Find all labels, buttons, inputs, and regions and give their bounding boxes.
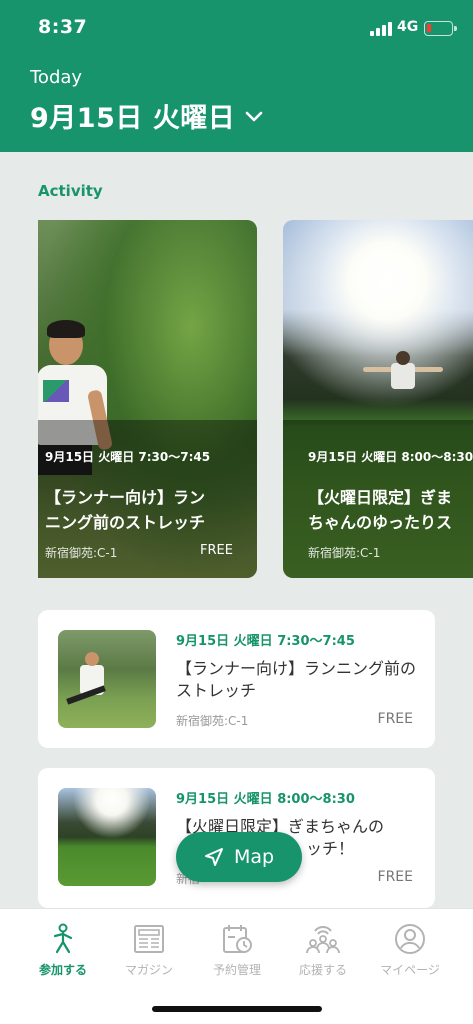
card-title-line: 【ランナー向け】ラン: [45, 488, 206, 507]
tab-label: マイページ: [380, 963, 440, 977]
signal-icon: [370, 22, 392, 36]
network-label: 4G: [397, 19, 419, 35]
card-price: FREE: [200, 543, 233, 558]
card-time: 9月15日 火曜日 8:00〜8:30: [308, 450, 473, 464]
tab-mypage[interactable]: マイページ: [363, 923, 457, 978]
tab-label: 参加する: [38, 963, 87, 977]
section-title-activity: Activity: [38, 182, 103, 200]
community-icon: [306, 926, 340, 954]
tab-label: 応援する: [298, 963, 347, 977]
card-location: 新宿御苑:C-1: [308, 546, 381, 560]
activity-list-item[interactable]: 9月15日 火曜日 7:30〜7:45 【ランナー向け】ランニング前のストレッチ…: [38, 610, 435, 748]
card-time: 9月15日 火曜日 7:30〜7:45: [45, 450, 211, 464]
card-title-line: ニング前のストレッチ: [45, 513, 206, 532]
reservation-icon: [223, 925, 252, 953]
home-indicator[interactable]: [152, 1006, 322, 1012]
header: 8:37 4G Today 9月15日 火曜日: [0, 0, 473, 152]
chevron-down-icon: [245, 111, 263, 121]
activity-card[interactable]: 9月15日 火曜日 7:30〜7:45 【ランナー向け】ラン ニング前のストレッ…: [38, 220, 257, 578]
magazine-icon: [134, 925, 164, 953]
card-title-line: 【火曜日限定】ぎま: [308, 488, 453, 507]
list-item-price: FREE: [377, 711, 413, 727]
card-title: 【ランナー向け】ラン ニング前のストレッチ: [45, 485, 255, 535]
tab-label: 予約管理: [212, 963, 261, 977]
date-selector[interactable]: 9月15日 火曜日: [30, 96, 263, 135]
card-title-line: ちゃんのゆったりス: [308, 513, 453, 532]
status-bar: 8:37 4G: [0, 0, 473, 58]
tab-label: マガジン: [124, 963, 173, 977]
tab-magazine[interactable]: マガジン: [102, 923, 196, 978]
list-item-time: 9月15日 火曜日 8:00〜8:30: [176, 792, 355, 807]
status-time: 8:37: [38, 16, 88, 38]
activity-carousel[interactable]: 9月15日 火曜日 7:30〜7:45 【ランナー向け】ラン ニング前のストレッ…: [38, 220, 473, 580]
stretching-figure: [363, 351, 443, 395]
person-activity-icon: [53, 923, 73, 954]
today-label: Today: [30, 67, 83, 88]
tab-reservations[interactable]: 予約管理: [190, 923, 284, 978]
activity-thumbnail: [58, 630, 156, 728]
battery-icon: [424, 21, 457, 36]
activity-card[interactable]: 9月15日 火曜日 8:00〜8:30 【火曜日限定】ぎま ちゃんのゆったりス …: [283, 220, 473, 578]
list-item-time: 9月15日 火曜日 7:30〜7:45: [176, 634, 355, 649]
activity-thumbnail: [58, 788, 156, 886]
profile-icon: [395, 924, 425, 954]
list-item-price: FREE: [377, 869, 413, 885]
tab-participate[interactable]: 参加する: [16, 923, 110, 978]
map-button[interactable]: Map: [176, 832, 302, 882]
list-item-location: 新宿御苑:C-1: [176, 714, 249, 728]
card-location: 新宿御苑:C-1: [45, 546, 118, 560]
current-date: 9月15日 火曜日: [30, 103, 236, 134]
card-title: 【火曜日限定】ぎま ちゃんのゆったりス: [308, 485, 473, 535]
list-item-title: 【ランナー向け】ランニング前のストレッチ: [176, 659, 417, 700]
navigation-arrow-icon: [204, 848, 223, 866]
tab-support[interactable]: 応援する: [276, 923, 370, 978]
map-button-label: Map: [233, 846, 275, 868]
